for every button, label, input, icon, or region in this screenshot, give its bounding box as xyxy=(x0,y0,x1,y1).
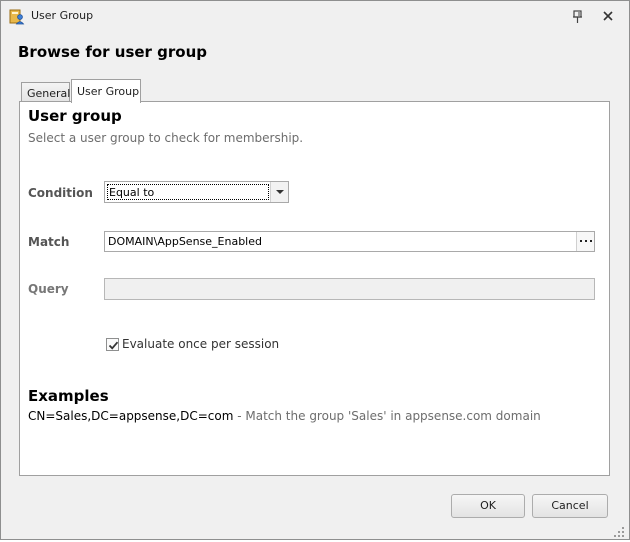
browse-button[interactable] xyxy=(576,232,594,251)
tab-user-group[interactable]: User Group xyxy=(71,79,141,103)
evaluate-once-checkbox[interactable] xyxy=(106,338,119,351)
match-label: Match xyxy=(28,235,70,249)
checkmark-icon xyxy=(108,341,119,350)
condition-dropdown-value: Equal to xyxy=(107,184,269,200)
match-input[interactable]: DOMAIN\AppSense_Enabled xyxy=(104,231,595,252)
dialog-window: User Group Browse for user group General… xyxy=(0,0,630,540)
pin-icon[interactable] xyxy=(569,8,587,26)
condition-dropdown[interactable]: Equal to xyxy=(104,181,289,203)
resize-grip-icon[interactable] xyxy=(613,523,625,537)
window-title: User Group xyxy=(31,9,94,22)
cancel-button[interactable]: Cancel xyxy=(532,494,608,518)
example-description: - Match the group 'Sales' in appsense.co… xyxy=(233,409,541,423)
chevron-down-icon xyxy=(276,190,284,194)
section-subtitle: Select a user group to check for members… xyxy=(28,131,304,145)
user-group-app-icon xyxy=(9,9,25,25)
query-label: Query xyxy=(28,282,69,296)
section-title: User group xyxy=(28,107,122,125)
tab-panel-user-group: User group Select a user group to check … xyxy=(19,101,610,476)
condition-label: Condition xyxy=(28,186,93,200)
dropdown-arrow-button[interactable] xyxy=(270,182,288,202)
ellipsis-icon xyxy=(580,240,592,242)
close-icon[interactable] xyxy=(600,8,616,24)
tab-general[interactable]: General xyxy=(21,82,70,103)
ok-button[interactable]: OK xyxy=(451,494,525,518)
match-input-value: DOMAIN\AppSense_Enabled xyxy=(108,235,262,248)
evaluate-once-label[interactable]: Evaluate once per session xyxy=(122,337,279,351)
title-bar: User Group xyxy=(1,1,629,33)
example-line: CN=Sales,DC=appsense,DC=com - Match the … xyxy=(28,409,541,423)
example-code: CN=Sales,DC=appsense,DC=com xyxy=(28,409,234,423)
dialog-heading: Browse for user group xyxy=(18,43,208,61)
query-input xyxy=(104,278,595,300)
examples-title: Examples xyxy=(28,387,109,405)
